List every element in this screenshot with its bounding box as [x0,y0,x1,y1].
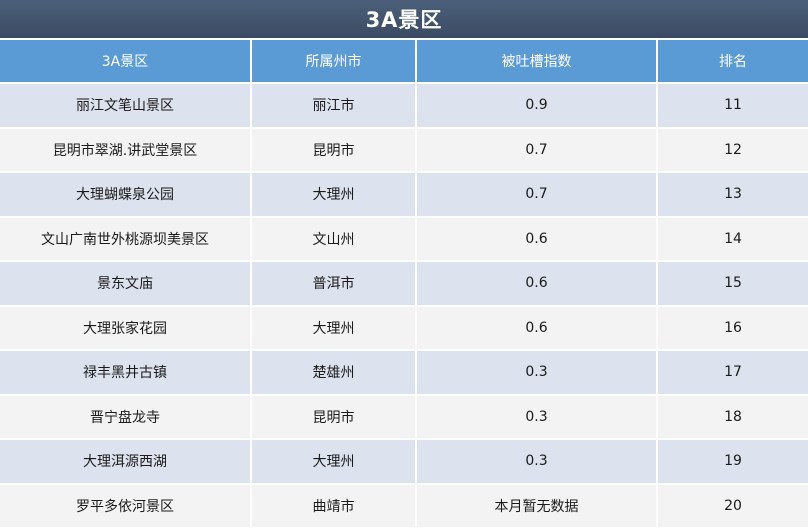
cell-city: 大理州 [252,306,415,349]
cell-rank: 19 [658,440,808,483]
cell-complaint-index: 0.3 [417,351,656,394]
table-row: 昆明市翠湖.讲武堂景区 昆明市 0.7 12 [0,128,808,171]
table-body: 丽江文笔山景区 丽江市 0.9 11 昆明市翠湖.讲武堂景区 昆明市 0.7 1… [0,84,808,527]
cell-rank: 17 [658,351,808,394]
cell-rank: 14 [658,217,808,260]
header-scenic-area: 3A景区 [0,40,250,82]
cell-complaint-index: 0.7 [417,173,656,216]
table-title: 3A景区 [0,0,808,38]
cell-rank: 13 [658,173,808,216]
cell-scenic-area: 罗平多依河景区 [0,484,250,527]
cell-complaint-index: 0.6 [417,217,656,260]
cell-scenic-area: 大理洱源西湖 [0,440,250,483]
table-row: 大理蝴蝶泉公园 大理州 0.7 13 [0,173,808,216]
cell-city: 昆明市 [252,128,415,171]
cell-rank: 20 [658,484,808,527]
header-row: 3A景区 所属州市 被吐槽指数 排名 [0,40,808,82]
cell-complaint-index: 0.9 [417,84,656,127]
cell-city: 昆明市 [252,395,415,438]
cell-city: 曲靖市 [252,484,415,527]
header-city: 所属州市 [252,40,415,82]
cell-scenic-area: 晋宁盘龙寺 [0,395,250,438]
cell-city: 大理州 [252,173,415,216]
scenic-ranking-table: 3A景区 所属州市 被吐槽指数 排名 丽江文笔山景区 丽江市 0.9 11 昆明… [0,38,808,529]
header-complaint-index: 被吐槽指数 [417,40,656,82]
cell-complaint-index: 本月暂无数据 [417,484,656,527]
table-row: 罗平多依河景区 曲靖市 本月暂无数据 20 [0,484,808,527]
cell-complaint-index: 0.3 [417,395,656,438]
table-row: 文山广南世外桃源坝美景区 文山州 0.6 14 [0,217,808,260]
ranking-table-panel: 3A景区 3A景区 所属州市 被吐槽指数 排名 丽江文笔山景区 丽江市 0.9 … [0,0,808,529]
table-row: 大理洱源西湖 大理州 0.3 19 [0,440,808,483]
cell-scenic-area: 文山广南世外桃源坝美景区 [0,217,250,260]
cell-scenic-area: 丽江文笔山景区 [0,84,250,127]
cell-rank: 12 [658,128,808,171]
cell-scenic-area: 大理张家花园 [0,306,250,349]
cell-rank: 15 [658,262,808,305]
table-row: 禄丰黑井古镇 楚雄州 0.3 17 [0,351,808,394]
header-rank: 排名 [658,40,808,82]
cell-rank: 11 [658,84,808,127]
cell-scenic-area: 景东文庙 [0,262,250,305]
cell-city: 大理州 [252,440,415,483]
cell-complaint-index: 0.6 [417,262,656,305]
table-row: 大理张家花园 大理州 0.6 16 [0,306,808,349]
cell-scenic-area: 大理蝴蝶泉公园 [0,173,250,216]
table-header: 3A景区 所属州市 被吐槽指数 排名 [0,40,808,82]
cell-complaint-index: 0.6 [417,306,656,349]
cell-city: 丽江市 [252,84,415,127]
table-row: 景东文庙 普洱市 0.6 15 [0,262,808,305]
cell-scenic-area: 禄丰黑井古镇 [0,351,250,394]
table-row: 晋宁盘龙寺 昆明市 0.3 18 [0,395,808,438]
cell-city: 文山州 [252,217,415,260]
cell-rank: 18 [658,395,808,438]
table-row: 丽江文笔山景区 丽江市 0.9 11 [0,84,808,127]
cell-scenic-area: 昆明市翠湖.讲武堂景区 [0,128,250,171]
cell-complaint-index: 0.3 [417,440,656,483]
cell-rank: 16 [658,306,808,349]
cell-city: 楚雄州 [252,351,415,394]
cell-city: 普洱市 [252,262,415,305]
cell-complaint-index: 0.7 [417,128,656,171]
